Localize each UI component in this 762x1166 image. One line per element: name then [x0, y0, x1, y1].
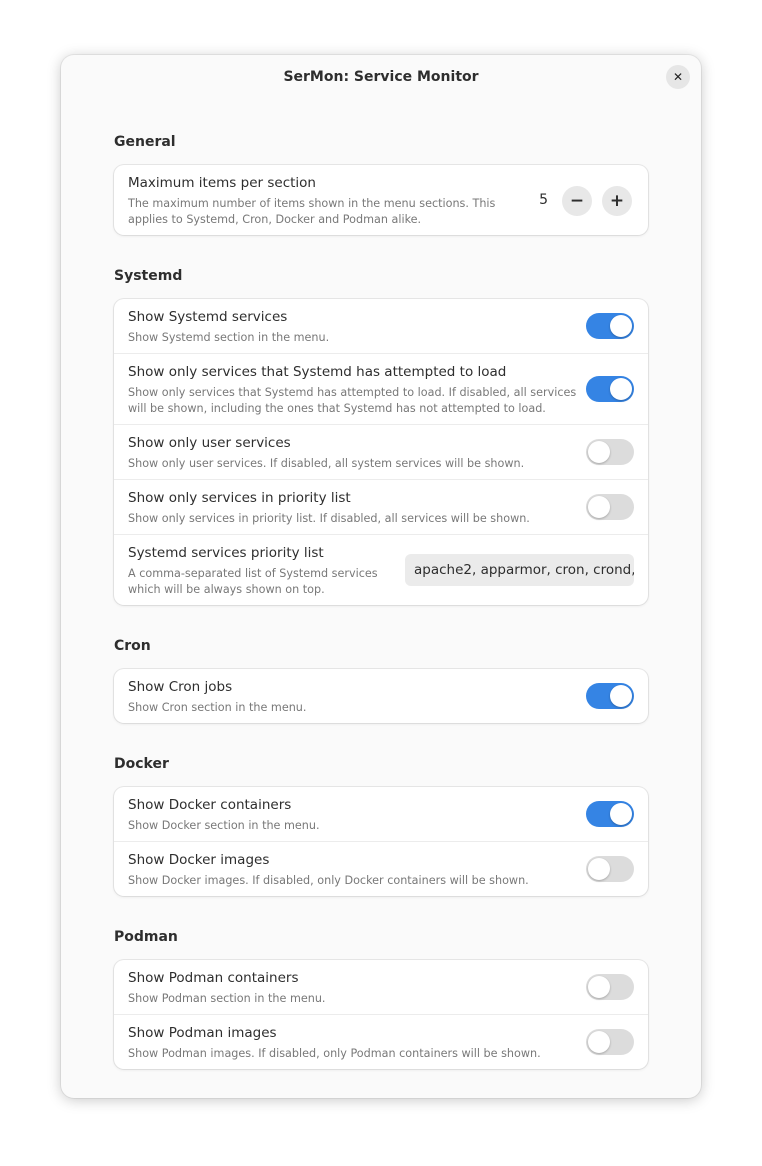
docker-containers-switch[interactable] [586, 801, 634, 827]
row-label: Show Podman containers [128, 970, 299, 986]
systemd-group: Show Systemd services Show Systemd secti… [114, 299, 648, 605]
section-title-docker: Docker [114, 756, 169, 772]
row-description: Show Systemd section in the menu. [128, 331, 330, 344]
podman-images-switch[interactable] [586, 1029, 634, 1055]
podman-group: Show Podman containers Show Podman secti… [114, 960, 648, 1069]
docker-row-images: Show Docker images Show Docker images. I… [114, 842, 648, 896]
switch-knob [588, 858, 610, 880]
row-label: Show Docker images [128, 852, 270, 868]
switch-knob [588, 976, 610, 998]
section-title-systemd: Systemd [114, 268, 183, 284]
priority-list-input[interactable]: apache2, apparmor, cron, crond, [405, 554, 634, 586]
max-items-row: Maximum items per section The maximum nu… [114, 165, 648, 235]
systemd-row-priority-only: Show only services in priority list Show… [114, 480, 648, 535]
row-description: Show Podman images. If disabled, only Po… [128, 1047, 541, 1060]
user-services-switch[interactable] [586, 439, 634, 465]
switch-knob [588, 496, 610, 518]
row-description: Show Docker section in the menu. [128, 819, 320, 832]
window-title: SerMon: Service Monitor [283, 69, 479, 85]
row-label: Show Cron jobs [128, 679, 233, 695]
systemd-row-attempted-load: Show only services that Systemd has atte… [114, 354, 648, 425]
section-title-general: General [114, 134, 176, 150]
show-cron-switch[interactable] [586, 683, 634, 709]
close-button[interactable]: ✕ [666, 65, 690, 89]
max-items-value[interactable]: 5 [539, 192, 548, 208]
max-items-label: Maximum items per section [128, 175, 316, 191]
increment-button[interactable]: + [602, 186, 632, 216]
title-bar: SerMon: Service Monitor ✕ [61, 55, 701, 101]
docker-row-containers: Show Docker containers Show Docker secti… [114, 787, 648, 842]
docker-group: Show Docker containers Show Docker secti… [114, 787, 648, 896]
attempted-load-switch[interactable] [586, 376, 634, 402]
docker-images-switch[interactable] [586, 856, 634, 882]
row-description: Show only services in priority list. If … [128, 512, 530, 525]
row-description: Show only user services. If disabled, al… [128, 457, 525, 470]
row-label: Show only user services [128, 435, 291, 451]
podman-row-containers: Show Podman containers Show Podman secti… [114, 960, 648, 1015]
plus-icon: + [609, 191, 625, 211]
switch-knob [610, 685, 632, 707]
row-description: Show only services that Systemd has atte… [128, 386, 577, 415]
podman-row-images: Show Podman images Show Podman images. I… [114, 1015, 648, 1069]
podman-containers-switch[interactable] [586, 974, 634, 1000]
preferences-window: SerMon: Service Monitor ✕ General Maximu… [61, 55, 701, 1098]
row-label: Systemd services priority list [128, 545, 324, 561]
row-description: Show Docker images. If disabled, only Do… [128, 874, 529, 887]
systemd-row-priority-list: Systemd services priority list A comma-s… [114, 535, 648, 605]
row-label: Show Systemd services [128, 309, 288, 325]
row-label: Show only services that Systemd has atte… [128, 364, 507, 380]
switch-knob [588, 1031, 610, 1053]
priority-only-switch[interactable] [586, 494, 634, 520]
decrement-button[interactable]: − [562, 186, 592, 216]
systemd-row-user-services: Show only user services Show only user s… [114, 425, 648, 480]
show-systemd-switch[interactable] [586, 313, 634, 339]
switch-knob [610, 315, 632, 337]
section-title-cron: Cron [114, 638, 151, 654]
systemd-row-show-services: Show Systemd services Show Systemd secti… [114, 299, 648, 354]
cron-row-show-jobs: Show Cron jobs Show Cron section in the … [114, 669, 648, 723]
switch-knob [588, 441, 610, 463]
close-icon: ✕ [672, 70, 684, 84]
row-label: Show Podman images [128, 1025, 277, 1041]
row-description: Show Cron section in the menu. [128, 701, 307, 714]
section-title-podman: Podman [114, 929, 178, 945]
row-label: Show only services in priority list [128, 490, 351, 506]
minus-icon: − [569, 191, 585, 211]
row-label: Show Docker containers [128, 797, 292, 813]
max-items-description: The maximum number of items shown in the… [128, 197, 496, 226]
row-description: Show Podman section in the menu. [128, 992, 326, 1005]
cron-group: Show Cron jobs Show Cron section in the … [114, 669, 648, 723]
general-group: Maximum items per section The maximum nu… [114, 165, 648, 235]
switch-knob [610, 803, 632, 825]
switch-knob [610, 378, 632, 400]
row-description: A comma-separated list of Systemd servic… [128, 567, 378, 596]
